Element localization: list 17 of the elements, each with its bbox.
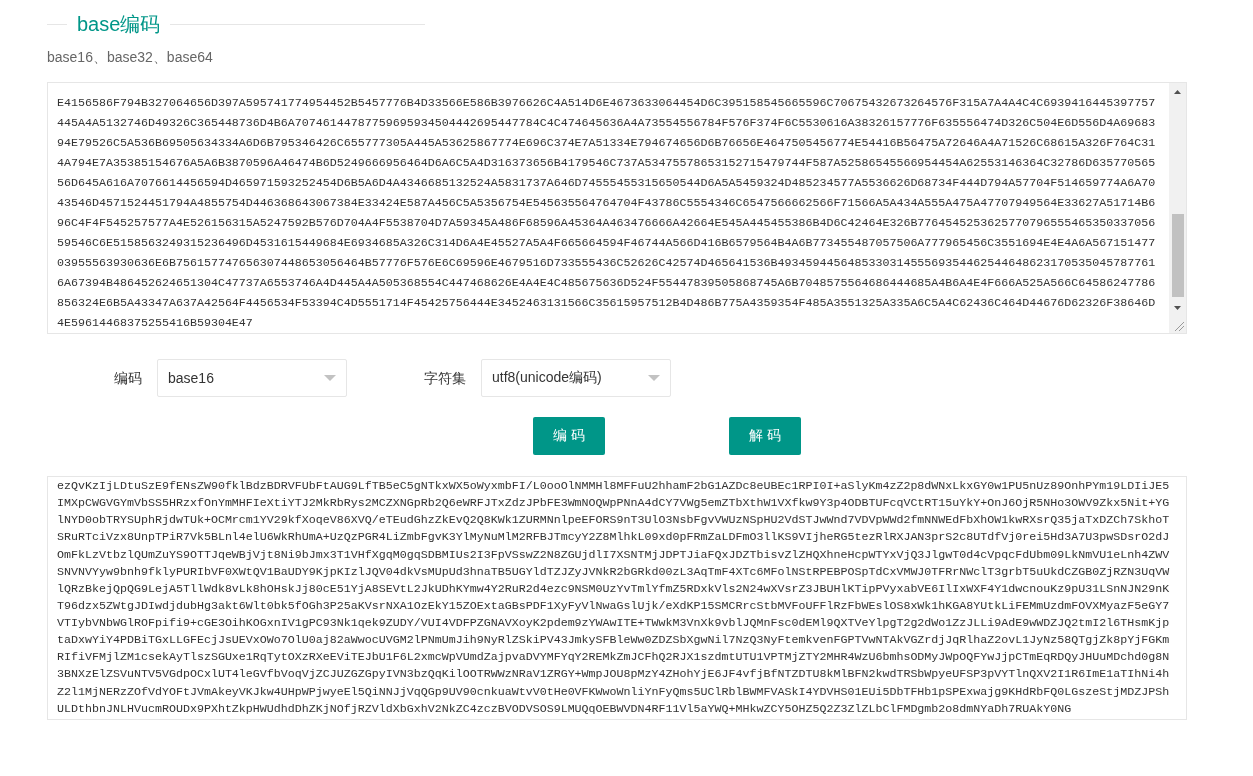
plain-text-area[interactable]: ezQvKzIjLDtuSzE9fENsZW90fklBdzBDRVFUbFtAUG9LfTB5eC5gNTkxWX5oWyxmbFI/L0ooOlNMMHl8MFFuU2hhamF2bG1AZDc8eUBEc1RPI0I+aSlyKm4zZ2p8dWNxLkxGY0w1PU5nUz89OnhPYm19LDIiJE5IMXpCWGVGYmVbSS5HRzxfOnYmMHFIeXtiYTJ2MkRbRys2MCZXNGpRb2Q6eWRFJTxZdzJPbFE3WmNOQWpPNnA4dCY7VWg5emZTbXthW1VXfkw9Y3p4ODBTUFcqVCtRT15uYkY+OnJ6OjR5NHo3OWV9Zkx5Nit+YGlNYD0obTRYSUphRjdwTUk+OCMrcm1YV29kfXoqeV86XVQ/eTEudGhzZkEvQ2Q8KWk1ZURMNnlpeEFORS9nT3UlO3NsbFgvVWUzNSpHU2VdSTJwWnd7VDVpWWd2fmNNWEdFbXhOW1kwRXsrQ35jaTxDZCh7SkhoTSRuRTciVzx8UnpTPiR7Vk5BLnl4elU6WkRhUmA+UzQzPGR4LiZmbFgvK3YlMyNuMlM2RFBJTmcyY2Z8MlhkL09xd0pFRmZaLDFmO3llKS9VIjheRG5tezRlRXJAN3prS2c8UTdfVj0rei5Hd3A7U3pwSDsrO2dJOmFkLzVtbzlQUmZuYS9OTTJqeWBjVjt8Ni9bJmx3T1VHfXgqM0gqSDBMIUs2I3FpVSswZ2N8ZGUjdlI7XSNTMjJDPTJiaFQxJDZTbisvZlZHQXhneHcpWTYxVjQ3JlgwT0d4cVpqcFdUbm09LkNmVU1eLnh4ZWVSNVNVYyw9bnh9fklyPURIbVF0XWtQV1BaUDY9KjpKIzlJQV04dkVsMUpUd3hnaTB5UGYldTZJZyJVNkR2bGRkd00zL3AqTmF4XTc6MFolNStRPEBPOSpTdCxVMWJ0TFRrNWclT3grbT5uUkdCZGB0ZjRZN3UqVWlQRzBkejQpQG9LejA5TllWdk8vLk8hOHskJj80cE51YjA8SEVtL2JkUDhKYmw4Y2RuR2d4ezc9NSM0UzYvTmlYfmZ5RDxkVls2N24wXVsrZ3JBUHlKTipPVyxabVE6IlIxWXF4Y1dwcnouKz9pU31LSnNJN29nKT96dzx5ZWtgJDIwdjdubHg3akt6Wlt0bk5fOGh3P25aKVsrNXA1OzEkY15ZOExtaGBsPDF1XyFyVlNwaGslUjk/eXdKP15SMCRrcStbMVFoUFFlRzFbWEslOS8xWk1hKGA8YUtkLiFEMmUzdmFOVXMyazF5eGY7VTIybVNbWGlROFpifi9+cGE3OihKOGxnIV1gPC93Nk1qek9ZUDY/VUI4VDFPZGNAVXoyK2pdem9zYWAwITE+TWwkM3VnXk9vblJQMnFsc0dEMl9QXTVeYlpgT2g2dWo1ZzJLLi9AdE9wWDZJQ2tmI2l6THsmKjptaDxwYiY4PDBiTGxLLGFEcjJsUEVxOWo7OlU0aj82aWwocUVGM2lPNmUmJih9NyRlZSkiPV43JmkySFBleWw0ZDZSbXgwNil7NzQ3NyFtemkvenFGPTVwNTAkVGZrdjJqRlhaZ2ovL1JyNz58QTgjZk8pYjFGKmRIfiVFMjlZM1csekAyTlszSGUxe1RqTytOXzRXeEViTEJbU1F6L2xmcWpVUmdZajpvaDVYMFYqY2REMkZmJCFhQ2RJX1szdmtUTU1VPTMjZTY2MHR4WzU6bmhsODMyJWpOQFYwJjpCTmEqRDQyJHUuMDchd0g8N3BNXzElZSVuNTV5VGdpOCxlUT4leGVfbVoqVjZCJUZGZGpyIVN3bzQqKilOOTRWWzNRaV1ZRGY+WmpJOU8pMzY4ZHohYjE6JF4vfjBfNTZDTU8kMlBFN2kwdTRSbWpyeUFSP3pVYTlnQXV2I1R6ImE1aTIhNi4hZ2l1MjNERzZOfVdYOFtJVmAkeyVKJkw4UHpWPjwyeEl5QiNNJjVqQGp9UV90cnkuaWtvV0tHe0VFKWwoWnliYnFyQms5UClRblBWMFVASkI4YDVHS01EUi5DbTFHb1pSPExwajg9KHdRbFQ0LGszeStjMDZJPShULDthbnJNLHVucmROUDx9PXhtZkpHWUdhdDhZKjNOfjRZVldXbGxhV2NkZC4zczBVODVSOS9LMUQqOEBWVDN4RF11Vl5aYWQ+MHkwZCY5OHZ5Q2Z3ZlZLbClFMDgmb2o8dmNYaDh7RUAkY0NG	[47, 476, 1187, 720]
scrollbar-thumb[interactable]	[1171, 214, 1184, 297]
primary-button[interactable]: 解 码	[729, 417, 801, 455]
caret-icon	[324, 375, 336, 381]
vertical-scrollbar[interactable]	[1169, 83, 1186, 316]
subtitle-text: base16、base32、base64	[47, 49, 213, 65]
section-title: base编码	[77, 12, 161, 36]
dropdown-select[interactable]: utf8(unicode编码)	[481, 359, 671, 397]
up-arrow-icon[interactable]	[1174, 89, 1181, 94]
down-arrow-icon[interactable]	[1174, 305, 1181, 310]
resize-grip-icon[interactable]	[1169, 316, 1186, 333]
caret-icon	[648, 375, 660, 381]
hex-text-area[interactable]: E4156586F794B327064656D397A595741774954452B5457776B4D33566E586B3976626C4A514D6E4673633064454D6C395158545665596C70675432673264576F315A7A4A4C4C6939416445397757445A4A5132746D49326C365448736D4B6A70746144787759695934504442695447784C4C474645636A4A73554556784F576F374F6C5530616A38326157776F635556474D326C504E6D556D4A6968394E79526C5A536B69505634334A6D6B795346426C655777305A445A53625867774E696C374E7A51334E794674656D6B76656E4647505456774E54416B56475A72646A4A71526C68615A326F764C314A794E7A35385154676A5A6B3870596A46474B6D5249666956464D6A6C5A4D316373656B4179546C737A53475578653152715479744F587A52586545566954454A62553146364C32786D63577056556D645A616A7076614456594D465971593252454D6B5A6D4A4346685132524A5831737A646D74555455315650544D6A5A5459324D485234577A5536626D68734F444D794A57704F514659774A6A7043546D4571524451794A4855754D446368643067384E33424E587A456C5A5356754E545635564764704F43786C5554346C6547566662566F71566A5A434A555A475A47707949564E33627A51714B696C4F4F545257577A4E526156315A5247592B576D704A4F5538704D7A59345A486F68596A45364A463476666A42664E545A445455386B4D6C42464E326B776454525362577079655546535033705659546C6E5158563249315236496D4531615449684E6934685A326C314D6A4E45527A5A4F665664594F46744A566D416B6579564B4A6B773455487057506A777965456C3551694E4E4A6A56715147703955563930636E6B756157747656307448653056464B57776F576E6C69596E4679516D733555436C52626C42574D465641536B4934594456485330314555693544625446486231705350457877616A67394B486452624651304C47737A6553746A4D445A4A505368554C447468626E4A4E4C485675636D524F55447839505868745A6B7048575564686444685A4B6A4E4F666A525A566C64586247786856324E6B5A43347A637A42564F4456534F53394C4D5551714F45425756444E3452463131566C35615957512B4D486B775A4359354F485A3551325A335A6C5A4C62436C464D44676D62326F38646D4E59614468375255416B59304E47	[47, 82, 1187, 334]
field-label: 字符集	[424, 369, 466, 388]
field-label: 编码	[114, 369, 142, 388]
primary-button[interactable]: 编 码	[533, 417, 605, 455]
dropdown-select[interactable]: base16	[157, 359, 347, 397]
